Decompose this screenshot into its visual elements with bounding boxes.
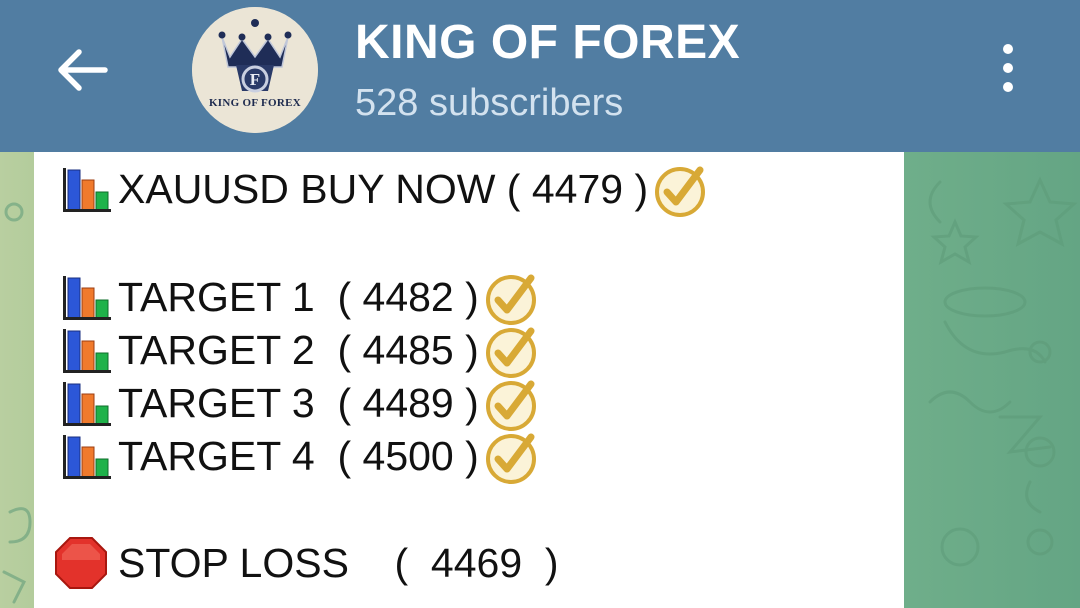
menu-dot bbox=[1003, 63, 1013, 73]
channel-avatar[interactable]: F KING OF FOREX bbox=[192, 7, 318, 133]
message-bubble[interactable]: XAUUSD BUY NOW ( 4479 ) TARGET 1 ( 4482 … bbox=[34, 152, 904, 608]
target-text: TARGET 1 ( 4482 ) bbox=[118, 273, 479, 320]
target-text: TARGET 2 ( 4485 ) bbox=[118, 326, 479, 373]
bar-chart-icon bbox=[63, 276, 111, 320]
stop-loss-line: STOP LOSS ( 4469 ) bbox=[54, 536, 559, 590]
back-button[interactable] bbox=[52, 40, 112, 100]
bar-chart-icon bbox=[63, 168, 111, 212]
avatar-brand-text: KING OF FOREX bbox=[208, 97, 302, 109]
target-text: TARGET 3 ( 4489 ) bbox=[118, 379, 479, 426]
bar-chart-icon bbox=[63, 382, 111, 426]
crown-logo-icon: F bbox=[192, 7, 318, 133]
svg-text:F: F bbox=[250, 70, 260, 89]
more-vertical-icon bbox=[1003, 44, 1013, 54]
target-line-1: TARGET 1 ( 4482 ) bbox=[62, 270, 541, 325]
bar-chart-icon bbox=[63, 435, 111, 479]
entry-line: XAUUSD BUY NOW ( 4479 ) bbox=[62, 162, 710, 217]
arrow-left-icon bbox=[58, 49, 108, 91]
entry-text: XAUUSD BUY NOW ( 4479 ) bbox=[118, 165, 649, 212]
check-mark-icon bbox=[485, 433, 536, 484]
bar-chart-icon bbox=[63, 329, 111, 373]
stop-loss-text: STOP LOSS ( 4469 ) bbox=[118, 539, 559, 586]
target-line-2: TARGET 2 ( 4485 ) bbox=[62, 323, 541, 378]
check-mark-icon bbox=[655, 166, 706, 217]
stop-sign-icon bbox=[55, 537, 107, 589]
subscriber-count: 528 subscribers bbox=[355, 82, 624, 124]
target-line-3: TARGET 3 ( 4489 ) bbox=[62, 376, 541, 431]
check-mark-icon bbox=[485, 327, 536, 378]
menu-dot bbox=[1003, 82, 1013, 92]
channel-title[interactable]: KING OF FOREX bbox=[355, 15, 740, 70]
chat-header: F KING OF FOREX KING OF FOREX 528 subscr… bbox=[0, 0, 1080, 152]
more-menu-button[interactable] bbox=[988, 40, 1028, 96]
target-line-4: TARGET 4 ( 4500 ) bbox=[62, 429, 541, 484]
check-mark-icon bbox=[485, 274, 536, 325]
target-text: TARGET 4 ( 4500 ) bbox=[118, 432, 479, 479]
check-mark-icon bbox=[485, 380, 536, 431]
